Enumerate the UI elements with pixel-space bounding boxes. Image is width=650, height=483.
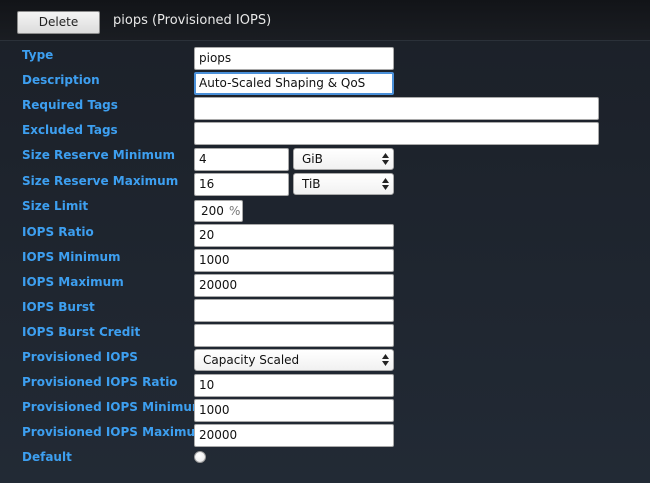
- size-reserve-minimum-unit-value: GiB: [302, 152, 323, 166]
- size-reserve-minimum-input[interactable]: 4: [194, 148, 289, 171]
- iops-minimum-input[interactable]: 1000: [194, 249, 394, 272]
- provisioned-iops-ratio-input[interactable]: 10: [194, 374, 394, 397]
- size-limit-value: 200: [201, 204, 224, 218]
- label-excluded-tags: Excluded Tags: [22, 123, 118, 137]
- label-provisioned-iops-ratio: Provisioned IOPS Ratio: [22, 375, 178, 389]
- select-arrows-icon: [382, 153, 389, 165]
- label-size-reserve-minimum: Size Reserve Minimum: [22, 148, 176, 162]
- provisioned-iops-minimum-input[interactable]: 1000: [194, 399, 394, 422]
- size-reserve-maximum-unit-select[interactable]: TiB: [293, 173, 394, 195]
- select-arrows-icon: [382, 354, 389, 366]
- label-size-reserve-maximum: Size Reserve Maximum: [22, 174, 179, 188]
- label-iops-burst-credit: IOPS Burst Credit: [22, 325, 141, 339]
- select-arrows-icon: [382, 178, 389, 190]
- default-radio[interactable]: [194, 451, 206, 463]
- provisioned-iops-select[interactable]: Capacity Scaled: [194, 349, 394, 371]
- label-provisioned-iops-maximum: Provisioned IOPS Maximum: [22, 425, 208, 439]
- iops-burst-credit-input[interactable]: [194, 324, 394, 347]
- provisioned-iops-value: Capacity Scaled: [203, 353, 300, 367]
- panel-header: Delete piops (Provisioned IOPS): [0, 0, 650, 41]
- iops-maximum-input[interactable]: 20000: [194, 274, 394, 297]
- description-input[interactable]: Auto-Scaled Shaping & QoS: [194, 72, 394, 95]
- label-provisioned-iops-minimum: Provisioned IOPS Minimum: [22, 400, 205, 414]
- label-required-tags: Required Tags: [22, 98, 118, 112]
- label-iops-ratio: IOPS Ratio: [22, 225, 94, 239]
- provisioned-iops-maximum-input[interactable]: 20000: [194, 424, 394, 447]
- label-iops-burst: IOPS Burst: [22, 300, 95, 314]
- size-limit-input[interactable]: 200 %: [194, 200, 243, 222]
- label-type: Type: [22, 48, 54, 62]
- iops-burst-input[interactable]: [194, 299, 394, 322]
- delete-button[interactable]: Delete: [17, 11, 100, 34]
- label-iops-maximum: IOPS Maximum: [22, 275, 124, 289]
- excluded-tags-input[interactable]: [194, 122, 599, 145]
- label-description: Description: [22, 73, 100, 87]
- label-size-limit: Size Limit: [22, 199, 89, 213]
- label-provisioned-iops: Provisioned IOPS: [22, 350, 138, 364]
- size-reserve-minimum-unit-select[interactable]: GiB: [293, 148, 394, 170]
- size-reserve-maximum-unit-value: TiB: [302, 177, 321, 191]
- volume-type-panel: Delete piops (Provisioned IOPS) Type Des…: [0, 0, 650, 483]
- iops-ratio-input[interactable]: 20: [194, 224, 394, 247]
- size-limit-unit: %: [229, 204, 241, 218]
- type-input[interactable]: piops: [194, 47, 394, 70]
- required-tags-input[interactable]: [194, 97, 599, 120]
- size-reserve-maximum-input[interactable]: 16: [194, 173, 289, 196]
- label-default: Default: [22, 450, 72, 464]
- label-iops-minimum: IOPS Minimum: [22, 250, 121, 264]
- panel-title: piops (Provisioned IOPS): [113, 13, 272, 28]
